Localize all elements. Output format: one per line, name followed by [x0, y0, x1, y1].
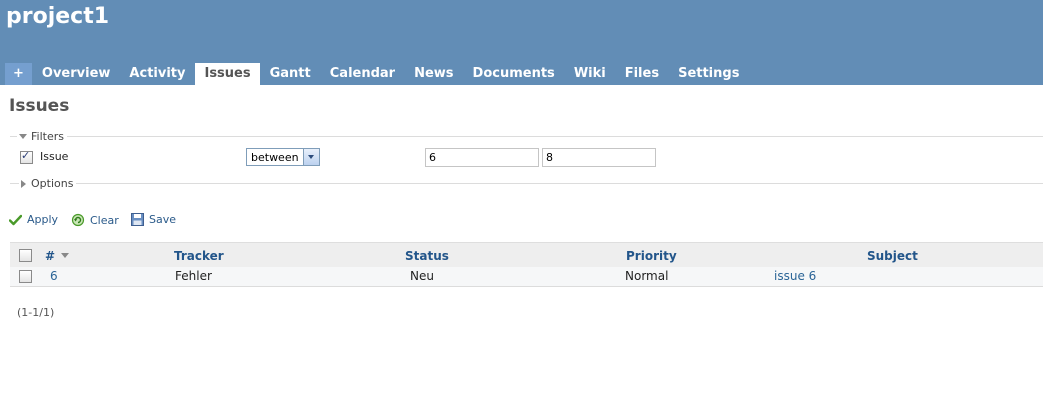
- select-all-checkbox[interactable]: [19, 249, 32, 262]
- header: project1 + Overview Activity Issues Gant…: [0, 0, 1043, 85]
- tab-settings[interactable]: Settings: [669, 63, 748, 85]
- project-title: project1: [6, 4, 110, 29]
- options-legend-label: Options: [31, 177, 74, 190]
- table-row[interactable]: 6 Fehler Neu Normal issue 6: [10, 267, 1043, 287]
- main-menu: + Overview Activity Issues Gantt Calenda…: [5, 63, 749, 85]
- clear-label: Clear: [90, 213, 119, 227]
- new-object-tab[interactable]: +: [5, 63, 32, 85]
- expand-arrow-icon: [21, 179, 26, 188]
- operator-select[interactable]: between: [246, 148, 320, 166]
- dropdown-arrow-icon[interactable]: [303, 149, 319, 165]
- clear-button[interactable]: Clear: [71, 213, 119, 227]
- column-header-id[interactable]: #: [45, 249, 55, 263]
- column-header-priority[interactable]: Priority: [626, 249, 677, 263]
- issue-to-input[interactable]: 8: [542, 148, 656, 167]
- reload-icon: [71, 213, 85, 227]
- tab-documents[interactable]: Documents: [464, 63, 564, 85]
- pagination-info: (1-1/1): [17, 306, 55, 319]
- issue-from-input[interactable]: 6: [425, 148, 539, 167]
- save-label: Save: [149, 213, 177, 226]
- issue-filter-checkbox[interactable]: [20, 149, 33, 164]
- options-legend[interactable]: Options: [19, 177, 77, 190]
- issue-filter-label: Issue: [40, 150, 69, 163]
- sort-desc-icon[interactable]: [61, 253, 69, 258]
- filters-legend[interactable]: Filters: [17, 130, 67, 143]
- save-button[interactable]: Save: [131, 213, 176, 226]
- options-divider: [10, 183, 1043, 184]
- collapse-arrow-icon: [19, 134, 27, 139]
- tab-overview[interactable]: Overview: [33, 63, 120, 85]
- page-title: Issues: [9, 96, 70, 116]
- issue-status: Neu: [410, 269, 434, 283]
- issue-priority: Normal: [625, 269, 669, 283]
- checkmark-icon: [9, 214, 22, 225]
- tab-wiki[interactable]: Wiki: [565, 63, 615, 85]
- tab-files[interactable]: Files: [616, 63, 668, 85]
- issue-tracker: Fehler: [175, 269, 212, 283]
- column-header-status[interactable]: Status: [405, 249, 449, 263]
- column-header-subject[interactable]: Subject: [867, 249, 918, 263]
- column-header-tracker[interactable]: Tracker: [174, 249, 224, 263]
- tab-gantt[interactable]: Gantt: [261, 63, 320, 85]
- table-header-row: # Tracker Status Priority Subject: [10, 242, 1043, 269]
- filters-legend-label: Filters: [31, 130, 64, 143]
- issue-subject-link[interactable]: issue 6: [774, 269, 816, 283]
- operator-select-value: between: [251, 151, 299, 164]
- tab-news[interactable]: News: [405, 63, 462, 85]
- issue-id-link[interactable]: 6: [50, 269, 58, 283]
- tab-calendar[interactable]: Calendar: [321, 63, 404, 85]
- apply-label: Apply: [27, 213, 59, 226]
- tab-activity[interactable]: Activity: [120, 63, 194, 85]
- filters-divider: [10, 136, 1043, 137]
- tab-issues[interactable]: Issues: [195, 63, 260, 85]
- row-checkbox[interactable]: [19, 270, 32, 283]
- floppy-disk-icon: [131, 213, 144, 226]
- apply-button[interactable]: Apply: [9, 213, 58, 226]
